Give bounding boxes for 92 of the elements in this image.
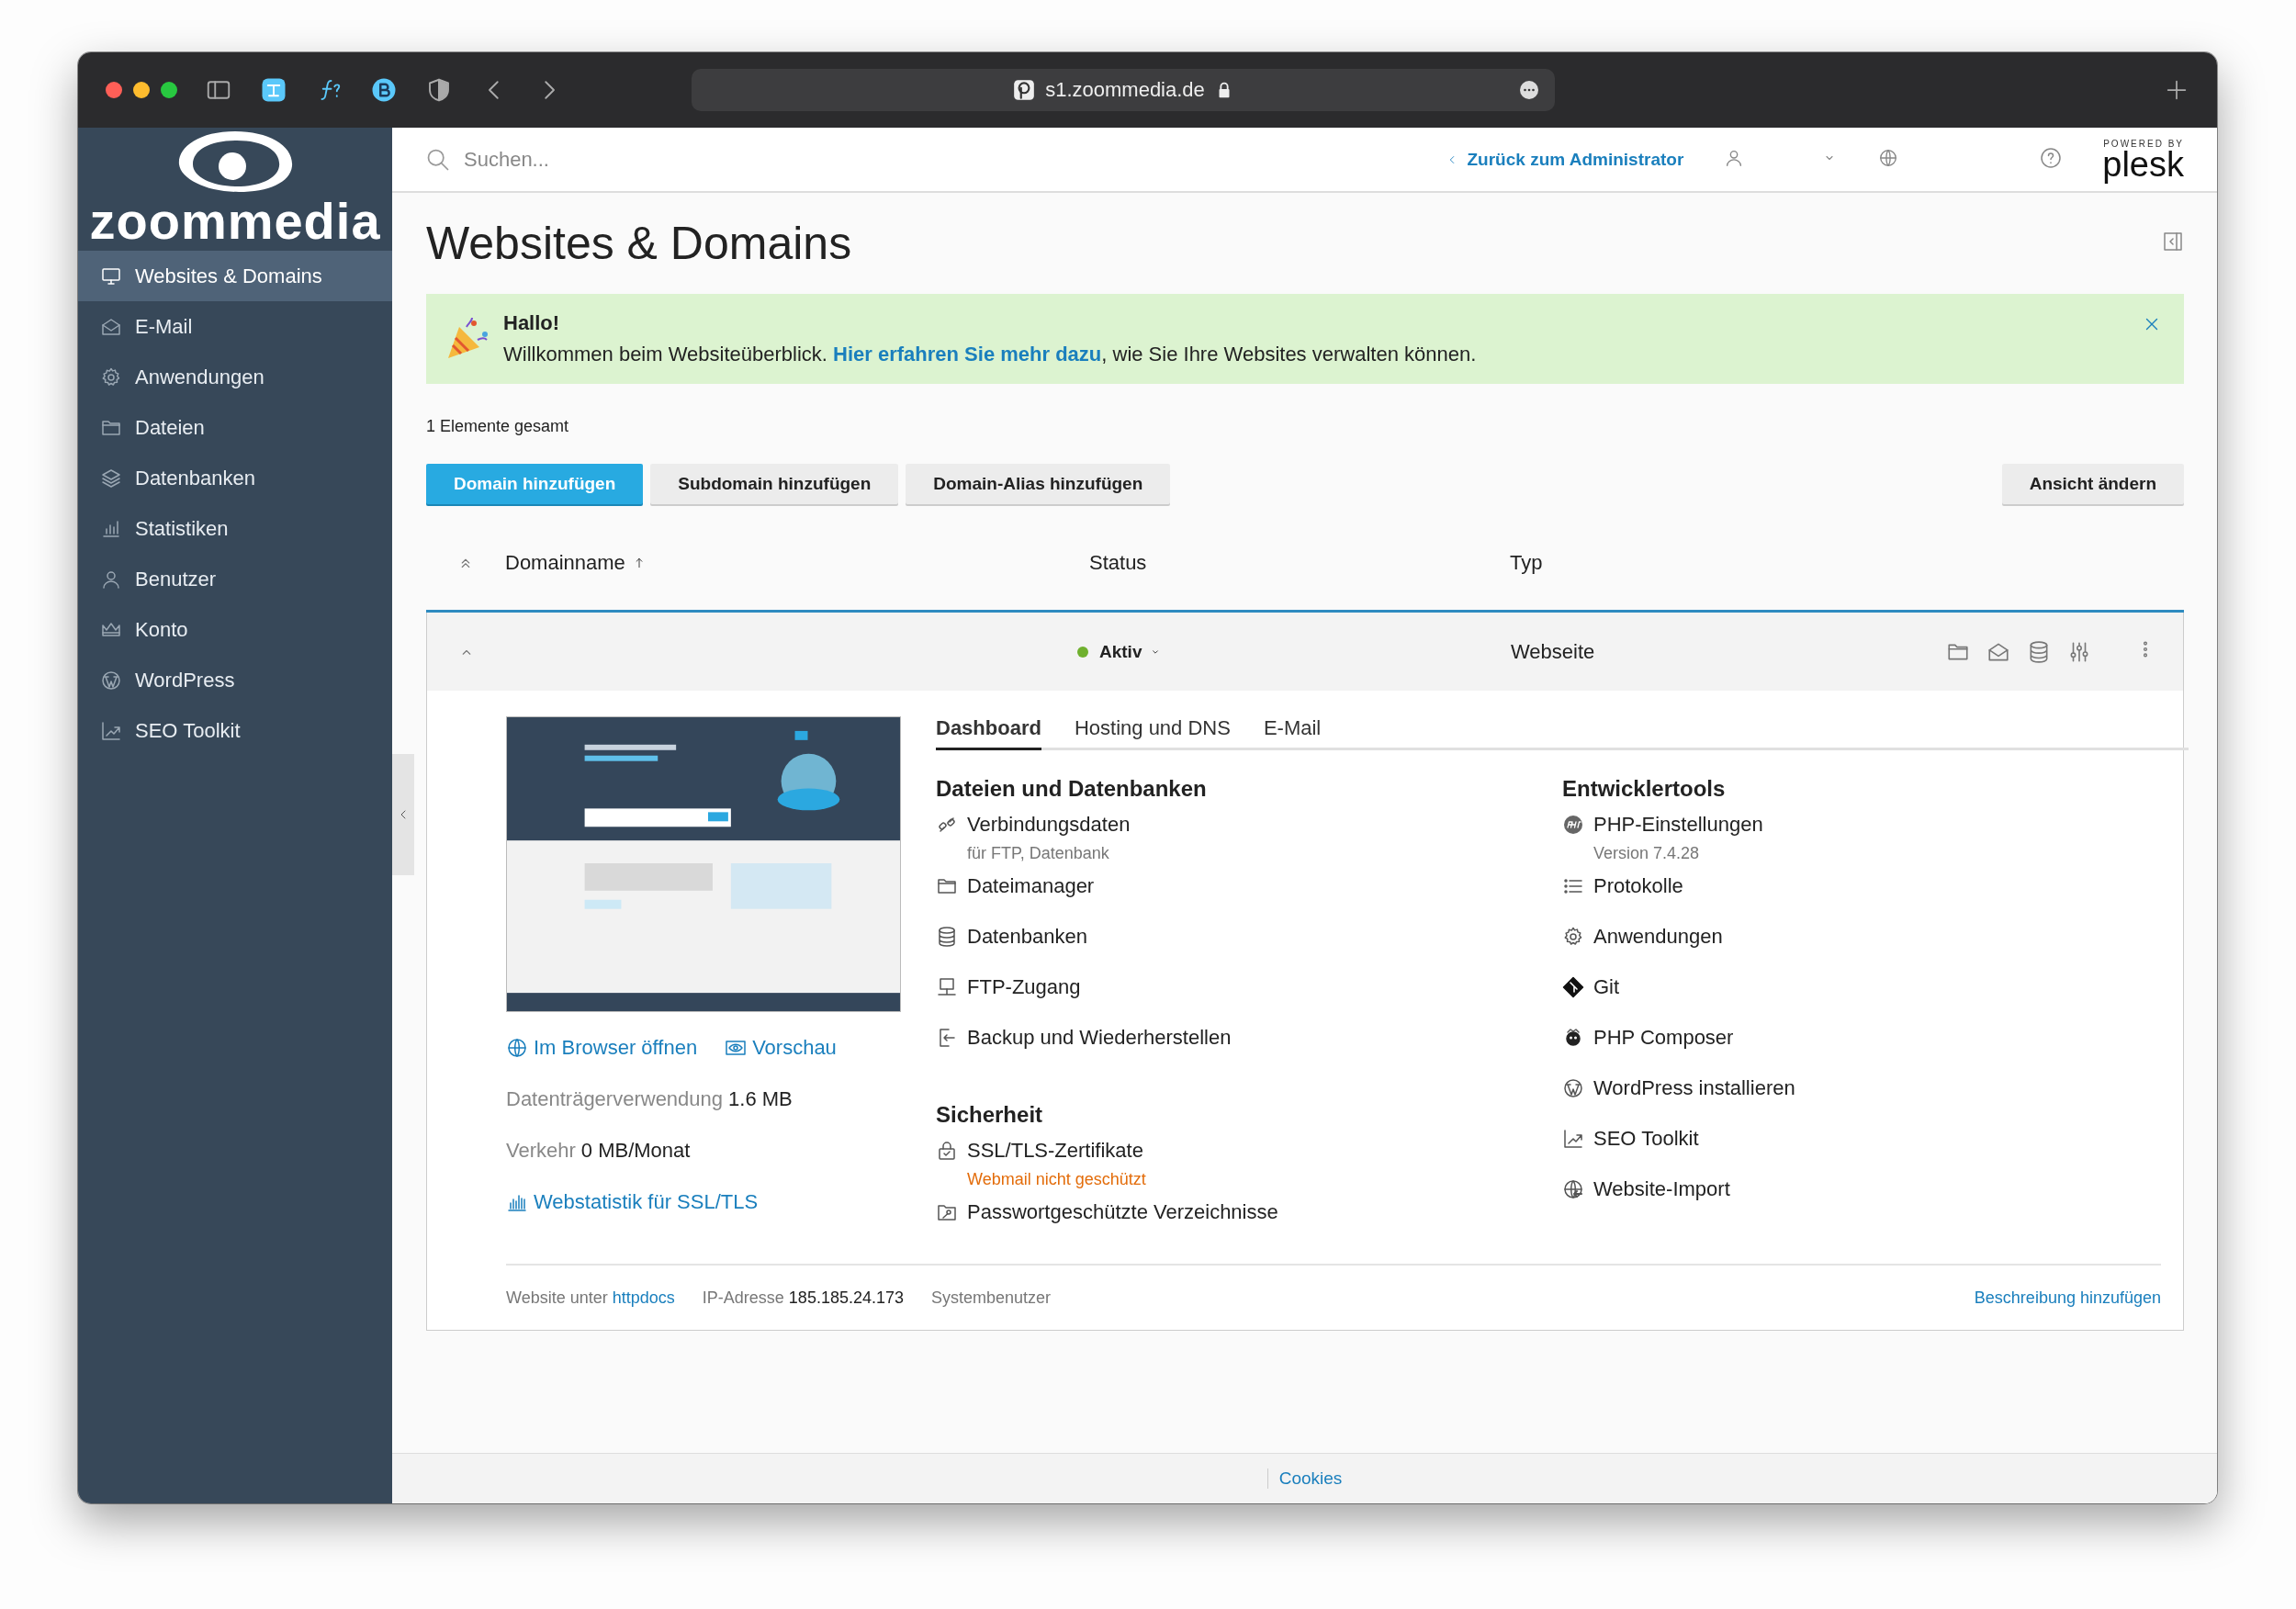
panel-toggle-icon[interactable] xyxy=(2162,231,2184,253)
disk-usage-value: 1.6 MB xyxy=(728,1087,793,1111)
padlock-icon xyxy=(936,1140,958,1162)
sidebar-item[interactable]: Konto xyxy=(78,604,392,655)
powered-by-text: POWERED BY xyxy=(2103,139,2184,149)
add-button[interactable]: Subdomain hinzufügen xyxy=(650,464,899,504)
gear-icon xyxy=(100,366,122,388)
hint-text: für FTP, Datenbank xyxy=(967,844,1110,863)
tool-link[interactable]: WordPress installieren xyxy=(1593,1076,1795,1100)
tool-link[interactable]: Protokolle xyxy=(1593,874,1683,898)
back-to-admin-link[interactable]: Zurück zum Administrator xyxy=(1445,149,1684,170)
sidebar-item[interactable]: WordPress xyxy=(78,655,392,705)
ip-address-text: IP-Adresse 185.185.24.173 xyxy=(702,1288,904,1308)
network-computer-icon xyxy=(936,976,958,998)
section-heading: Sicherheit xyxy=(936,1102,1044,1128)
tool-link[interactable]: Dateimanager xyxy=(967,874,1095,898)
web-statistics-link[interactable]: Webstatistik für SSL/TLS xyxy=(506,1190,901,1214)
tool-link[interactable]: FTP-Zugang xyxy=(967,975,1081,999)
tool-link[interactable]: PHP-Einstellungen xyxy=(1593,813,1763,837)
sidebar-item[interactable]: Websites & Domains xyxy=(78,251,392,301)
extension-square-icon[interactable] xyxy=(260,76,287,104)
circle-b-icon[interactable] xyxy=(370,76,398,104)
more-icon[interactable] xyxy=(1518,79,1540,101)
tool-link[interactable]: SEO Toolkit xyxy=(1593,1127,1699,1151)
preview-link[interactable]: Vorschau xyxy=(725,1036,837,1060)
column-header[interactable]: Typ xyxy=(1510,550,1543,575)
tool-link[interactable]: PHP Composer xyxy=(1593,1026,1734,1050)
window-close-button[interactable] xyxy=(106,82,122,98)
sidebar-item[interactable]: SEO Toolkit xyxy=(78,705,392,756)
tool-link[interactable]: Git xyxy=(1593,975,1620,999)
growth-chart-icon xyxy=(100,719,122,742)
tool-link[interactable]: Verbindungsdaten xyxy=(967,813,1131,837)
tool-link[interactable]: Datenbanken xyxy=(967,925,1087,949)
wordpress-icon xyxy=(1562,1077,1584,1099)
globe-icon[interactable] xyxy=(1878,147,1899,168)
globe-arrow-icon xyxy=(1562,1178,1584,1200)
traffic-value: 0 MB/Monat xyxy=(580,1139,691,1163)
sidebar-item[interactable]: Dateien xyxy=(78,402,392,453)
brand-logo-text: zoommedia xyxy=(89,196,381,247)
growth-chart-icon xyxy=(1562,1128,1584,1150)
status-dot-icon xyxy=(1077,646,1088,658)
search-field[interactable]: Suchen... xyxy=(462,146,925,173)
document-root-text: Website unter httpdocs xyxy=(506,1288,675,1308)
learn-more-link[interactable]: Hier erfahren Sie mehr dazu xyxy=(833,343,1102,366)
sidebar-item[interactable]: Statistiken xyxy=(78,503,392,554)
window-minimize-button[interactable] xyxy=(133,82,150,98)
status-dropdown[interactable]: Aktiv xyxy=(1099,641,1142,662)
address-bar[interactable]: s1.zoommedia.de xyxy=(692,69,1555,111)
sidebar-item[interactable]: Benutzer xyxy=(78,554,392,604)
column-header[interactable]: Status xyxy=(1089,550,1147,575)
url-text: s1.zoommedia.de xyxy=(1045,78,1205,102)
tool-link[interactable]: Backup und Wiederherstellen xyxy=(967,1026,1232,1050)
diamond-branch-icon xyxy=(1562,976,1584,998)
page-title: Websites & Domains xyxy=(426,217,852,270)
layers-icon xyxy=(100,467,122,489)
section-heading: Dateien und Datenbanken xyxy=(936,776,1208,802)
database-icon xyxy=(936,926,958,948)
traffic-label: Verkehr xyxy=(506,1139,576,1163)
tool-link[interactable]: SSL/TLS-Zertifikate xyxy=(967,1139,1146,1163)
cookies-link[interactable]: Cookies xyxy=(1266,1468,1343,1489)
add-button[interactable]: Domain-Alias hinzufügen xyxy=(906,464,1171,504)
document-root-link[interactable]: httpdocs xyxy=(612,1288,675,1307)
tool-link[interactable]: Website-Import xyxy=(1593,1177,1730,1201)
banner-title: Hallo! xyxy=(503,311,561,335)
help-icon[interactable] xyxy=(2040,146,2063,169)
item-count: 1 Elemente gesamt xyxy=(426,417,570,436)
disk-usage-label: Datenträgerverwendung xyxy=(506,1087,724,1111)
add-description-link[interactable]: Beschreibung hinzufügen xyxy=(1974,1288,2161,1308)
tool-link[interactable]: Passwortgeschützte Verzeichnisse xyxy=(967,1200,1278,1224)
column-header[interactable]: Domainname xyxy=(505,550,625,575)
globe-icon xyxy=(506,1037,528,1059)
php-badge-icon xyxy=(1562,814,1584,836)
wordpress-icon xyxy=(100,669,122,692)
tab[interactable]: Hosting und DNS xyxy=(1074,716,1231,750)
open-in-browser-link[interactable]: Im Browser öffnen xyxy=(506,1036,698,1060)
change-view-button[interactable]: Ansicht ändern xyxy=(2001,464,2184,504)
section-heading: Entwicklertools xyxy=(1562,776,1727,802)
hint-text: Version 7.4.28 xyxy=(1593,844,1701,863)
sidebar-collapse-handle[interactable] xyxy=(392,754,414,875)
sidebar-item[interactable]: E-Mail xyxy=(78,301,392,352)
sidebar-item[interactable]: Anwendungen xyxy=(78,352,392,402)
tool-link[interactable]: Anwendungen xyxy=(1593,925,1723,949)
warning-text: Webmail nicht geschützt xyxy=(967,1170,1146,1189)
gear-icon xyxy=(1562,926,1584,948)
tab[interactable]: Dashboard xyxy=(936,716,1041,750)
window-zoom-button[interactable] xyxy=(161,82,177,98)
sidebar-item[interactable]: Datenbanken xyxy=(78,453,392,503)
banner-message: Willkommen beim Websiteüberblick. Hier erfahren Sie mehr dazu, wie Sie Ihre Websites verwalten können. xyxy=(503,343,1477,366)
site-badge-icon xyxy=(1012,78,1037,102)
system-user-label: Systembenutzer xyxy=(931,1288,1052,1308)
table-cell: Webseite xyxy=(1511,639,1595,664)
tab[interactable]: E-Mail xyxy=(1263,716,1322,750)
